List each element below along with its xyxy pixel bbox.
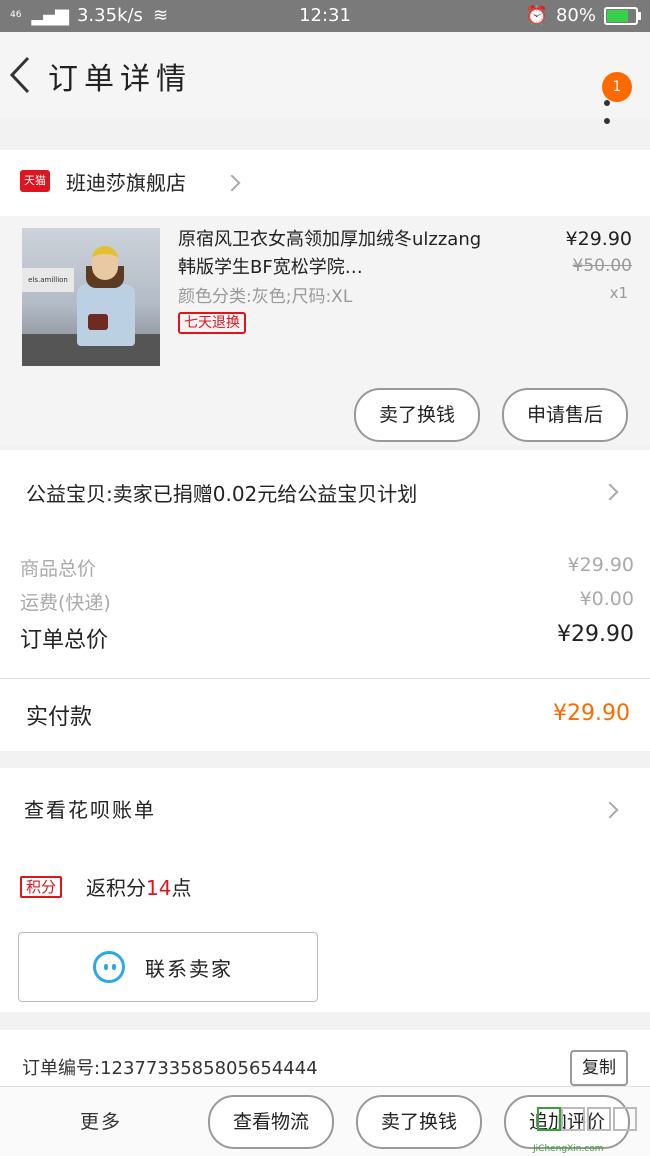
watermark-url: JiChengXin.com — [533, 1144, 604, 1154]
store-row[interactable]: 天猫 班迪莎旗舰店 — [0, 150, 650, 216]
battery-percent: 80% — [555, 5, 596, 26]
paid-row: 实付款 ¥29.90 — [0, 678, 650, 751]
sell-exchange-button[interactable]: 卖了换钱 — [354, 388, 480, 442]
view-logistics-button[interactable]: 查看物流 — [208, 1095, 334, 1149]
product-image[interactable]: els.amillion — [22, 228, 160, 366]
order-total-label: 订单总价 — [20, 628, 109, 653]
battery-level — [607, 9, 628, 22]
order-number-row: 订单编号:1237733585805654444 复制 — [0, 1030, 650, 1086]
status-bar: 46 ▂▄▆ 3.35k/s ≋ 12:31 ⏰ 80% — [0, 0, 650, 32]
paid-value: ¥29.90 — [553, 701, 630, 726]
more-dots-icon — [604, 100, 610, 106]
order-total-value: ¥29.90 — [557, 622, 634, 647]
more-button[interactable]: 更多 — [80, 1107, 122, 1134]
product-price: ¥29.90 — [565, 228, 632, 250]
points-badge: 积分 — [20, 876, 63, 898]
more-dots-icon — [604, 118, 610, 124]
paid-label: 实付款 — [26, 705, 93, 730]
product-image-head — [92, 246, 118, 280]
tmall-badge: 天猫 — [20, 170, 50, 192]
shipping-label: 运费(快递) — [20, 592, 111, 614]
battery-icon — [604, 6, 641, 25]
nav-header: 订单详情 1 — [0, 32, 650, 124]
original-price: ¥50.00 — [572, 256, 632, 276]
points-count: 14 — [146, 876, 172, 900]
contact-seller-label: 联系卖家 — [145, 957, 233, 981]
chevron-right-icon — [601, 483, 619, 501]
product-card[interactable]: els.amillion 原宿风卫衣女高领加厚加绒冬ulzzang韩版学生BF宽… — [0, 216, 650, 446]
goods-total-value: ¥29.90 — [567, 554, 634, 576]
back-arrow-icon — [9, 56, 30, 94]
chevron-right-icon — [601, 801, 619, 819]
product-spec: 颜色分类:灰色;尺码:XL — [178, 287, 353, 307]
huabei-bill-row[interactable]: 查看花呗账单 — [0, 768, 650, 852]
points-text: 返积分14点 — [86, 872, 191, 901]
goods-total-label: 商品总价 — [20, 558, 97, 580]
page-title: 订单详情 — [48, 62, 192, 97]
huabei-bill-label: 查看花呗账单 — [24, 798, 156, 822]
copy-button[interactable]: 复制 — [570, 1050, 628, 1086]
chat-icon — [93, 951, 125, 983]
status-right: ⏰ 80% — [525, 5, 641, 26]
contact-seller-button[interactable]: 联系卖家 — [18, 932, 318, 1002]
chevron-right-icon — [223, 174, 241, 192]
points-suffix: 点 — [171, 876, 192, 900]
price-summary: 商品总价 ¥29.90 运费(快递) ¥0.00 订单总价 ¥29.90 — [0, 534, 650, 678]
back-button[interactable] — [6, 50, 46, 100]
after-sale-button[interactable]: 申请售后 — [502, 388, 628, 442]
alarm-icon: ⏰ — [525, 5, 548, 26]
seven-day-return-tag: 七天退换 — [178, 312, 246, 334]
points-prefix: 返积分 — [86, 876, 146, 900]
sell-exchange-button-bottom[interactable]: 卖了换钱 — [356, 1095, 482, 1149]
product-quantity: x1 — [609, 284, 628, 302]
charity-row[interactable]: 公益宝贝:卖家已捐赠0.02元给公益宝贝计划 — [0, 450, 650, 534]
shipping-value: ¥0.00 — [579, 588, 634, 610]
product-image-bag — [88, 314, 108, 330]
store-name[interactable]: 班迪莎旗舰店 — [66, 167, 186, 196]
notification-badge[interactable]: 1 — [602, 72, 632, 102]
product-image-sign: els.amillion — [22, 268, 74, 292]
order-number: 订单编号:1237733585805654444 — [22, 1058, 318, 1079]
points-section: 积分 返积分14点 联系卖家 — [0, 852, 650, 1012]
product-title[interactable]: 原宿风卫衣女高领加厚加绒冬ulzzang韩版学生BF宽松学院… — [178, 226, 498, 282]
charity-text: 公益宝贝:卖家已捐赠0.02元给公益宝贝计划 — [26, 482, 418, 506]
